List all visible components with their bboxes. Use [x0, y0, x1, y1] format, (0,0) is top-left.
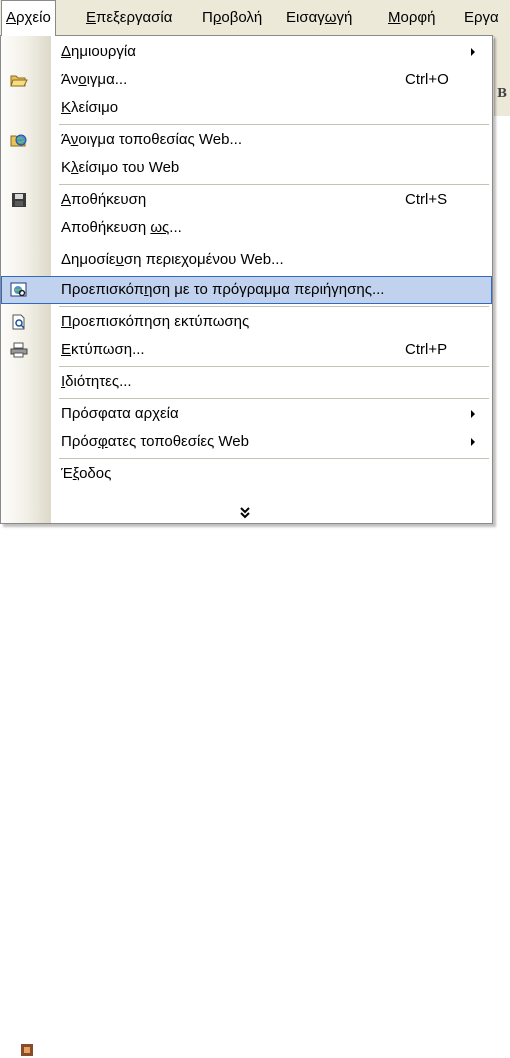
- menu-view[interactable]: Προβολή: [198, 0, 266, 36]
- floppy-disk-icon: [12, 193, 26, 207]
- menu-item-recent-web-locations[interactable]: Πρόσφατες τοποθεσίες Web: [1, 428, 492, 456]
- menu-mnemonic: Α: [6, 9, 17, 26]
- menu-label-part: γή: [336, 9, 353, 26]
- menu-insert[interactable]: Εισαγωγή: [282, 0, 356, 36]
- submenu-arrow-icon: [471, 410, 475, 418]
- menu-item-save-as[interactable]: Αποθήκευση ως...: [1, 214, 492, 242]
- menu-item-label: Εκτύπωση...: [61, 341, 145, 358]
- printer-icon: [10, 342, 28, 358]
- menu-item-label: Αποθήκευση: [61, 191, 147, 208]
- menu-item-print-preview[interactable]: Προεπισκόπηση εκτύπωσης: [1, 308, 492, 336]
- menu-item-properties[interactable]: Ιδιότητες...: [1, 368, 492, 396]
- menu-label-part: οβολή: [221, 9, 263, 26]
- menu-item-label: Πρόσφατα αρχεία: [61, 405, 179, 422]
- menu-separator: [59, 184, 489, 185]
- web-folder-icon: [10, 134, 27, 147]
- menu-item-recent-files[interactable]: Πρόσφατα αρχεία: [1, 400, 492, 428]
- print-preview-icon: [12, 314, 25, 330]
- menu-separator: [59, 366, 489, 367]
- submenu-arrow-icon: [471, 438, 475, 446]
- menu-bar: Αρχείο Επεξεργασία Προβολή Εισαγωγή Μορφ…: [0, 0, 510, 37]
- menu-label-part: Εισαγ: [286, 9, 325, 26]
- menu-item-web-page-preview[interactable]: Προεπισκόπηση με το πρόγραμμα περιήγησης…: [1, 276, 492, 304]
- menu-item-print[interactable]: Εκτύπωση... Ctrl+P: [1, 336, 492, 364]
- menu-item-label: Προεπισκόπηση εκτύπωσης: [61, 313, 250, 330]
- background-toolbar: B: [494, 36, 510, 116]
- taskbar-app-icon: [21, 1044, 33, 1056]
- menu-item-close[interactable]: Κλείσιμο: [1, 94, 492, 122]
- menu-item-exit[interactable]: Έξοδος: [1, 460, 492, 488]
- menu-item-save[interactable]: Αποθήκευση Ctrl+S: [1, 186, 492, 214]
- menu-mnemonic: ω: [324, 9, 337, 26]
- web-preview-icon: [10, 282, 27, 297]
- menu-item-open[interactable]: Άνοιγμα... Ctrl+O: [1, 66, 492, 94]
- menu-item-label: Δημοσίευση περιεχομένου Web...: [61, 251, 284, 268]
- menu-item-close-web[interactable]: Κλείσιμο του Web: [1, 154, 492, 182]
- menu-item-label: Προεπισκόπηση με το πρόγραμμα περιήγησης…: [61, 281, 385, 298]
- menu-separator: [59, 458, 489, 459]
- menu-item-label: Άνοιγμα τοποθεσίας Web...: [61, 131, 242, 148]
- menu-separator: [59, 306, 489, 307]
- double-chevron-down-icon[interactable]: [235, 506, 255, 520]
- menu-edit[interactable]: Επεξεργασία: [82, 0, 176, 36]
- menu-item-publish-web[interactable]: Δημοσίευση περιεχομένου Web...: [1, 246, 492, 274]
- shortcut-label: Ctrl+S: [405, 191, 448, 208]
- menu-mnemonic: Μ: [388, 9, 401, 26]
- menu-label-part: Π: [202, 9, 213, 26]
- menu-item-label: Ιδιότητες...: [61, 373, 132, 390]
- menu-item-label: Κλείσιμο του Web: [61, 159, 180, 176]
- file-menu-dropdown: Δημιουργία Άνοιγμα... Ctrl+O Κλείσιμο Άν…: [0, 35, 493, 524]
- menu-item-label: Πρόσφατες τοποθεσίες Web: [61, 433, 249, 450]
- menu-item-new[interactable]: Δημιουργία: [1, 38, 492, 66]
- menu-item-label: Άνοιγμα...: [61, 71, 128, 88]
- menu-file[interactable]: Αρχείο: [1, 0, 56, 36]
- shortcut-label: Ctrl+P: [405, 341, 448, 358]
- shortcut-label: Ctrl+O: [405, 71, 449, 88]
- menu-item-label: Έξοδος: [61, 465, 112, 482]
- menu-label-part: ρχείο: [16, 9, 51, 26]
- bold-button-letter[interactable]: B: [497, 86, 507, 100]
- menu-format[interactable]: Μορφή: [384, 0, 439, 36]
- menu-item-open-web-location[interactable]: Άνοιγμα τοποθεσίας Web...: [1, 126, 492, 154]
- menu-tools[interactable]: Εργα: [460, 0, 503, 36]
- menu-mnemonic: Ε: [86, 9, 97, 26]
- menu-label-part: ορφή: [400, 9, 436, 26]
- open-folder-icon: [10, 75, 28, 87]
- menu-item-label: Κλείσιμο: [61, 99, 119, 116]
- menu-item-label: Δημιουργία: [61, 43, 136, 60]
- menu-label-part: Εργα: [464, 9, 499, 26]
- menu-label-part: πεξεργασία: [96, 9, 173, 26]
- menu-separator: [59, 398, 489, 399]
- menu-separator: [59, 124, 489, 125]
- submenu-arrow-icon: [471, 48, 475, 56]
- menu-item-label: Αποθήκευση ως...: [61, 219, 182, 236]
